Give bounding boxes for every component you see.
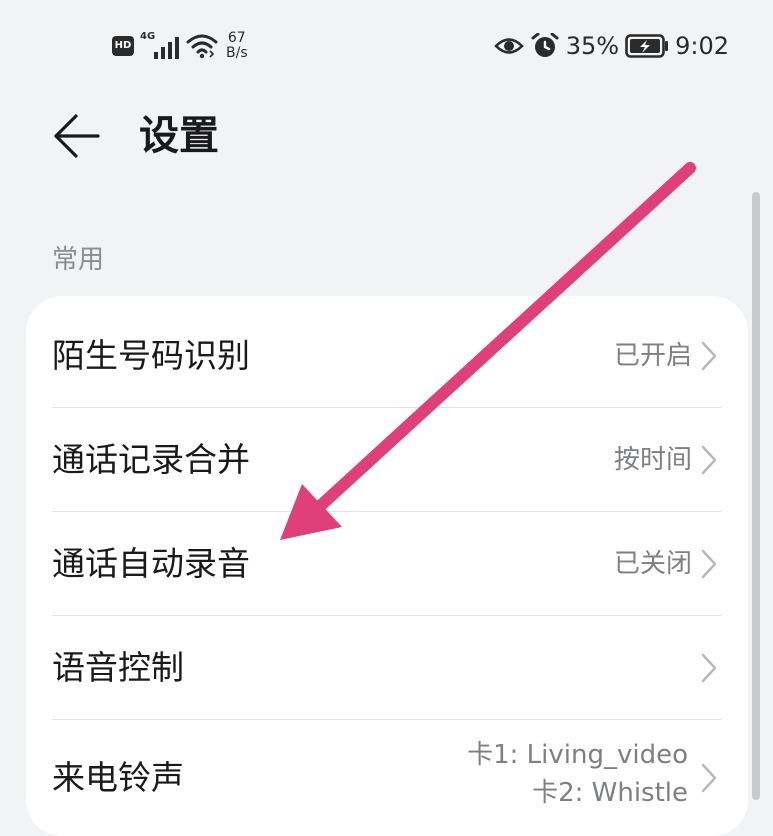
settings-card: 陌生号码识别 已开启 通话记录合并 按时间 通话自动录音 已关闭 语音控制 来电… [26, 296, 748, 836]
setting-row-voice-control[interactable]: 语音控制 [26, 616, 748, 720]
section-label: 常用 [52, 245, 105, 275]
setting-title: 来电铃声 [52, 758, 184, 797]
network-speed-unit: B/s [226, 45, 248, 61]
battery-percent: 35% [565, 32, 620, 60]
status-bar-right: 35% 9:02 [493, 26, 729, 66]
network-type-label: 4G [140, 31, 156, 42]
setting-value-ringtones: 卡1: Living_video 卡2: Whistle [467, 736, 688, 812]
wifi-icon [186, 34, 218, 59]
back-button[interactable] [46, 110, 106, 162]
scrollbar[interactable] [752, 192, 760, 800]
chevron-right-icon [701, 763, 717, 793]
battery-charging-icon [625, 34, 669, 58]
page-title: 设置 [139, 113, 219, 159]
alarm-icon [531, 33, 559, 57]
chevron-right-icon [701, 341, 717, 371]
setting-value: 已关闭 [613, 549, 692, 579]
setting-title: 通话记录合并 [52, 440, 250, 479]
eye-comfort-icon [493, 38, 524, 54]
ringtone-sim1: 卡1: Living_video [467, 740, 688, 770]
network-speed-value: 67 [227, 30, 246, 46]
setting-row-auto-call-recording[interactable]: 通话自动录音 已关闭 [26, 512, 748, 616]
setting-value: 按时间 [613, 445, 692, 475]
chevron-right-icon [701, 549, 717, 579]
setting-title: 通话自动录音 [52, 544, 250, 583]
cellular-signal-icon: 4G [140, 31, 180, 59]
app-header: 设置 [0, 100, 773, 172]
hd-icon: HD [112, 36, 134, 56]
chevron-right-icon [701, 653, 717, 683]
setting-value: 已开启 [613, 341, 692, 371]
setting-title: 陌生号码识别 [52, 336, 250, 375]
ringtone-sim2: 卡2: Whistle [532, 778, 688, 808]
setting-title: 语音控制 [52, 648, 184, 687]
back-arrow-icon [54, 114, 100, 158]
status-bar: HD 4G 67 B/s 35% 9:02 [0, 0, 773, 92]
setting-row-ringtone[interactable]: 来电铃声 卡1: Living_video 卡2: Whistle [26, 720, 748, 836]
setting-row-call-log-merge[interactable]: 通话记录合并 按时间 [26, 408, 748, 512]
clock-time: 9:02 [675, 32, 729, 60]
status-bar-left: HD 4G 67 B/s [112, 26, 248, 66]
setting-row-unknown-number-recognition[interactable]: 陌生号码识别 已开启 [26, 304, 748, 408]
chevron-right-icon [701, 445, 717, 475]
network-speed: 67 B/s [226, 31, 248, 61]
